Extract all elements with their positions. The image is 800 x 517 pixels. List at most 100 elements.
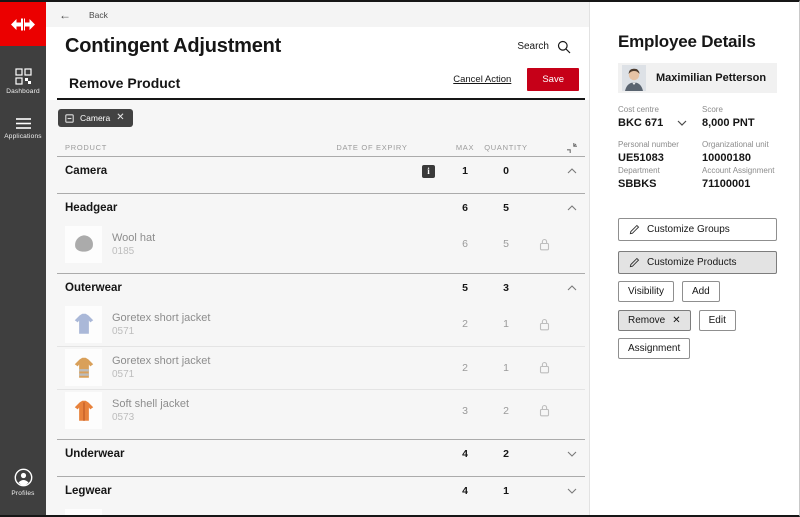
employee-card[interactable]: Maximilian Petterson [618, 63, 777, 93]
app-window: Dashboard Applications Profiles ← Back [0, 0, 800, 517]
product-thumbnail [65, 306, 102, 343]
add-button[interactable]: Add [682, 281, 720, 302]
search-control[interactable]: Search [517, 40, 571, 54]
lock-icon [529, 361, 559, 374]
group-name: Camera [57, 165, 297, 177]
edit-button[interactable]: Edit [699, 310, 736, 331]
pencil-icon [629, 257, 640, 268]
item-quantity: 1 [483, 362, 529, 374]
product-name: Goretex short jacket [112, 355, 210, 367]
back-bar: ← Back [46, 2, 589, 27]
main-content: ← Back Contingent Adjustment Search Remo… [46, 2, 589, 515]
customize-groups-button[interactable]: Customize Groups [618, 218, 777, 241]
product-row[interactable]: Soft shell jacket 0573 3 2 [57, 389, 585, 432]
chevron-up-icon[interactable] [559, 168, 585, 174]
chevron-up-icon[interactable] [559, 285, 585, 291]
group-section-underwear: Underwear 4 2 [57, 439, 585, 476]
product-row[interactable]: Goretex short jacket 0571 2 1 [57, 346, 585, 389]
close-icon: ✕ [672, 315, 680, 326]
field-cost-centre: Cost centre BKC 671 [618, 105, 702, 129]
group-row[interactable]: Headgear 6 5 [57, 194, 585, 223]
customize-buttons: Customize Groups Customize Products Visi… [618, 218, 777, 359]
chevron-down-icon[interactable] [677, 120, 687, 126]
sidebar-item-label: Profiles [11, 490, 34, 497]
dashboard-grid-icon [15, 68, 32, 85]
remove-button[interactable]: Remove ✕ [618, 310, 691, 331]
filter-chip-label: Camera [80, 113, 110, 123]
field-personal-number: Personal number UE51083 [618, 140, 702, 164]
group-quantity: 1 [483, 485, 529, 497]
column-max: MAX [456, 143, 474, 152]
group-max: 4 [447, 448, 483, 460]
item-max: 2 [447, 362, 483, 374]
sidebar-item-label: Applications [4, 133, 41, 140]
sidebar-item-applications[interactable]: Applications [0, 117, 46, 140]
item-max: 3 [447, 405, 483, 417]
sidebar-item-dashboard[interactable]: Dashboard [0, 68, 46, 95]
product-name: trousers [112, 515, 152, 516]
employee-details-panel: Employee Details Maximilian Petterson Co… [589, 2, 799, 515]
info-icon[interactable]: i [422, 165, 435, 178]
group-section-legwear: Legwear 4 1 trousers [57, 476, 585, 516]
back-arrow-icon[interactable]: ← [59, 8, 71, 22]
group-row[interactable]: Underwear 4 2 [57, 440, 585, 469]
product-action-buttons: Visibility Add Remove ✕ Edit [618, 281, 777, 331]
assignment-button[interactable]: Assignment [618, 338, 690, 359]
product-thumbnail [65, 392, 102, 429]
group-quantity: 3 [483, 282, 529, 294]
field-department: Department SBBKS [618, 166, 702, 190]
group-section-camera: Camera i 1 0 [57, 156, 585, 193]
product-name: Soft shell jacket [112, 398, 189, 410]
product-code: 0571 [112, 369, 210, 380]
group-quantity: 2 [483, 448, 529, 460]
collapse-all-icon[interactable] [559, 142, 585, 154]
group-section-headgear: Headgear 6 5 Wool hat [57, 193, 585, 273]
product-name: Wool hat [112, 232, 155, 244]
panel-title: Employee Details [618, 32, 777, 52]
chevron-down-icon[interactable] [559, 451, 585, 457]
back-link[interactable]: Back [89, 10, 108, 20]
group-row[interactable]: Camera i 1 0 [57, 157, 585, 186]
group-max: 1 [447, 165, 483, 177]
group-row[interactable]: Legwear 4 1 [57, 477, 585, 506]
product-thumbnail [65, 509, 102, 516]
product-row[interactable]: Wool hat 0185 6 5 [57, 223, 585, 266]
chip-close-icon[interactable]: ✕ [116, 113, 124, 123]
field-organizational-unit: Organizational unit 10000180 [702, 140, 777, 164]
group-section-outerwear: Outerwear 5 3 Goretex sho [57, 273, 585, 439]
title-row: Contingent Adjustment Search [46, 27, 589, 64]
search-icon [557, 40, 571, 54]
group-max: 6 [447, 202, 483, 214]
profile-icon [14, 468, 33, 487]
employee-fields: Cost centre BKC 671 Score 8,000 PNT Pers… [618, 105, 777, 201]
product-code: 0185 [112, 246, 155, 257]
cancel-action-link[interactable]: Cancel Action [453, 74, 511, 85]
group-name: Headgear [57, 202, 297, 214]
lock-icon [529, 318, 559, 331]
product-row[interactable]: Goretex short jacket 0571 2 1 [57, 303, 585, 346]
lock-icon [529, 404, 559, 417]
save-button[interactable]: Save [527, 68, 579, 91]
customize-products-button[interactable]: Customize Products [618, 251, 777, 274]
group-quantity: 5 [483, 202, 529, 214]
table-header: PRODUCT DATE OF EXPIRY MAX QUANTITY [57, 140, 585, 156]
page-title: Contingent Adjustment [65, 35, 281, 58]
sidebar-item-profiles[interactable]: Profiles [0, 468, 46, 497]
visibility-button[interactable]: Visibility [618, 281, 674, 302]
item-quantity: 5 [483, 238, 529, 250]
field-account-assignment: Account Assignment 71100001 [702, 166, 777, 190]
item-max: 6 [447, 238, 483, 250]
filter-chip-camera[interactable]: Camera ✕ [58, 109, 133, 127]
sbb-arrows-icon [11, 18, 35, 31]
chevron-down-icon[interactable] [559, 488, 585, 494]
group-name: Legwear [57, 485, 297, 497]
product-row[interactable]: trousers 0188 4 1 [57, 506, 585, 516]
search-label: Search [517, 41, 549, 52]
group-row[interactable]: Outerwear 5 3 [57, 274, 585, 303]
column-expiry: DATE OF EXPIRY [336, 143, 407, 152]
chevron-up-icon[interactable] [559, 205, 585, 211]
product-table-area: Camera ✕ PRODUCT DATE OF EXPIRY MAX QUAN… [46, 100, 589, 515]
action-bar: Remove Product Cancel Action Save [57, 64, 585, 100]
sbb-logo[interactable] [0, 2, 46, 46]
avatar [622, 65, 646, 91]
